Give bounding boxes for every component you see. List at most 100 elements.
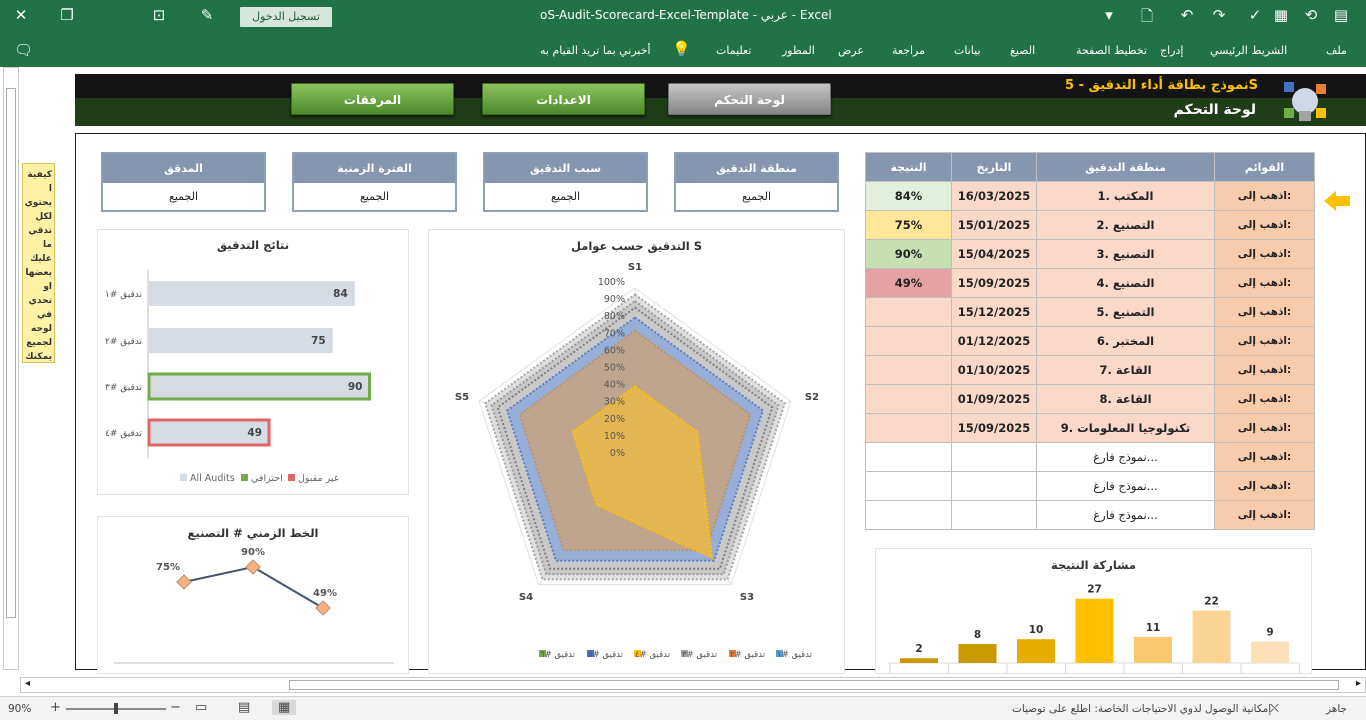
- radar-tick-label: 10%: [604, 431, 625, 442]
- vertical-scrollbar[interactable]: [3, 67, 19, 670]
- area-cell: تكنولوجيا المعلومات .9: [1036, 413, 1215, 443]
- ribbon-display-icon[interactable]: ⊡: [148, 6, 170, 24]
- table-row: 75% 15/01/2025 التصنيع .2 اذهب إلى:: [865, 210, 1315, 240]
- goto-link[interactable]: اذهب إلى:: [1214, 239, 1315, 269]
- share-chart: مشاركة النتيجة 2 8 10 27 11 22 9: [875, 548, 1312, 674]
- close-icon[interactable]: ✕: [10, 6, 32, 24]
- normal-view-icon[interactable]: ▦: [272, 700, 297, 715]
- goto-link[interactable]: اذهب إلى:: [1214, 500, 1315, 530]
- filter-period[interactable]: الفترة الزمنية الجميع: [292, 152, 457, 212]
- filter-value[interactable]: الجميع: [676, 183, 837, 210]
- tab-view[interactable]: عرض: [838, 44, 864, 57]
- filter-value[interactable]: الجميع: [294, 183, 455, 210]
- signin-button[interactable]: تسجيل الدخول: [240, 7, 332, 27]
- goto-link[interactable]: اذهب إلى:: [1214, 471, 1315, 501]
- tab-formulas[interactable]: الصيغ: [1010, 44, 1035, 57]
- filter-area[interactable]: منطقة التدقيق الجميع: [674, 152, 839, 212]
- ribbon-tabs: 🗨 ملف الشريط الرئيسي إدراج تخطيط الصفحة …: [0, 34, 1366, 67]
- goto-link[interactable]: اذهب إلى:: [1214, 297, 1315, 327]
- radar-tick-label: 50%: [604, 363, 625, 374]
- table-row: 15/12/2025 التصنيع .5 اذهب إلى:: [865, 297, 1315, 327]
- legend-swatch: [288, 474, 295, 481]
- goto-link[interactable]: اذهب إلى:: [1214, 268, 1315, 298]
- attachments-button[interactable]: المرفقات: [291, 83, 454, 115]
- timeline-value-label: 90%: [241, 547, 265, 558]
- result-cell: [865, 326, 952, 356]
- goto-link[interactable]: اذهب إلى:: [1214, 181, 1315, 211]
- result-cell: [865, 355, 952, 385]
- area-cell: التصنيع .5: [1036, 297, 1215, 327]
- goto-link[interactable]: اذهب إلى:: [1214, 384, 1315, 414]
- horizontal-scrollbar[interactable]: ◂ ▸: [20, 677, 1366, 693]
- zoom-slider-thumb[interactable]: [114, 703, 118, 714]
- goto-link[interactable]: اذهب إلى:: [1214, 413, 1315, 443]
- accessibility-status[interactable]: إمكانية الوصول لذوي الاحتياجات الخاصة: ا…: [1012, 703, 1271, 715]
- undo-icon[interactable]: ↶: [1176, 6, 1198, 24]
- filter-auditor[interactable]: المدقق الجميع: [101, 152, 266, 212]
- tab-developer[interactable]: المطور: [782, 44, 815, 57]
- spell-icon[interactable]: ✓: [1244, 6, 1266, 24]
- radar-tick-label: 0%: [610, 448, 625, 459]
- area-cell: التصنيع .4: [1036, 268, 1215, 298]
- goto-link[interactable]: اذهب إلى:: [1214, 210, 1315, 240]
- redo2-icon[interactable]: ⟲: [1300, 6, 1322, 24]
- table-icon[interactable]: ▦: [1270, 6, 1292, 24]
- legend-label: تدقيق #٣: [682, 650, 718, 660]
- bar-category-label: تدقيق #٤: [105, 429, 142, 439]
- scroll-left-icon[interactable]: ◂: [25, 678, 30, 689]
- comment-icon[interactable]: 🗨: [14, 41, 33, 59]
- settings-button[interactable]: الاعدادات: [482, 83, 645, 115]
- file-icon[interactable]: 🗋: [1136, 6, 1158, 31]
- tab-insert[interactable]: إدراج: [1160, 44, 1183, 57]
- tab-file[interactable]: ملف: [1326, 44, 1347, 57]
- window-title: oS-Audit-Scorecard-Excel-Template - عربي…: [540, 8, 832, 22]
- zoom-out-icon[interactable]: −: [170, 700, 181, 715]
- goto-link[interactable]: اذهب إلى:: [1214, 326, 1315, 356]
- filter-reason[interactable]: سبب التدقيق الجميع: [483, 152, 648, 212]
- timeline-value-label: 75%: [156, 562, 180, 573]
- scroll-right-icon[interactable]: ▸: [1356, 678, 1361, 689]
- bar: [1192, 610, 1231, 663]
- zoom-in-icon[interactable]: +: [50, 700, 61, 715]
- save-icon[interactable]: ▤: [1330, 6, 1352, 24]
- table-row: 15/09/2025 تكنولوجيا المعلومات .9 اذهب إلى…: [865, 413, 1315, 443]
- legend-swatch: [180, 474, 187, 481]
- legend-swatch: [241, 474, 248, 481]
- filter-label: سبب التدقيق: [485, 154, 646, 183]
- scroll-thumb[interactable]: [6, 88, 16, 618]
- timeline-chart: الخط الزمني # التصنيع 75% 90% 49%: [97, 516, 409, 674]
- bar-value-label: 8: [974, 629, 981, 641]
- tab-home[interactable]: الشريط الرئيسي: [1210, 44, 1287, 57]
- date-cell: 01/12/2025: [951, 326, 1037, 356]
- area-cell: القاعة .8: [1036, 384, 1215, 414]
- zoom-level[interactable]: 90%: [8, 703, 31, 715]
- tab-page-layout[interactable]: تخطيط الصفحة: [1076, 44, 1147, 57]
- goto-link[interactable]: اذهب إلى:: [1214, 355, 1315, 385]
- bar-value-label: 75: [311, 335, 326, 347]
- result-cell: [865, 471, 952, 501]
- tab-review[interactable]: مراجعة: [892, 44, 925, 57]
- table-row: 01/09/2025 القاعة .8 اذهب إلى:: [865, 384, 1315, 414]
- filter-value[interactable]: الجميع: [103, 183, 264, 210]
- table-row: نموذج فارغ... اذهب إلى:: [865, 471, 1315, 501]
- chevron-down-icon[interactable]: ▾: [1098, 6, 1120, 24]
- bar: [1251, 641, 1289, 663]
- radar-tick-label: 40%: [604, 380, 625, 391]
- scroll-thumb[interactable]: [289, 680, 1339, 690]
- tell-me-search[interactable]: أخبرني بما تريد القيام به: [540, 44, 651, 57]
- restore-icon[interactable]: ❐: [56, 6, 78, 24]
- area-cell: نموذج فارغ...: [1036, 471, 1215, 501]
- tab-data[interactable]: بيانات: [954, 44, 981, 57]
- lightbulb-icon: 💡: [672, 40, 691, 58]
- pen-icon[interactable]: ✎: [196, 6, 218, 24]
- goto-link[interactable]: اذهب إلى:: [1214, 442, 1315, 472]
- page-break-view-icon[interactable]: ▭: [195, 700, 207, 715]
- redo-icon[interactable]: ↷: [1208, 6, 1230, 24]
- dashboard-button[interactable]: لوحة التحكم: [668, 83, 831, 115]
- tab-help[interactable]: تعليمات: [716, 44, 751, 57]
- filter-value[interactable]: الجميع: [485, 183, 646, 210]
- bar-value-label: 11: [1146, 622, 1161, 634]
- radar-tick-label: 100%: [598, 277, 625, 288]
- result-cell: [865, 442, 952, 472]
- page-layout-view-icon[interactable]: ▤: [238, 700, 250, 715]
